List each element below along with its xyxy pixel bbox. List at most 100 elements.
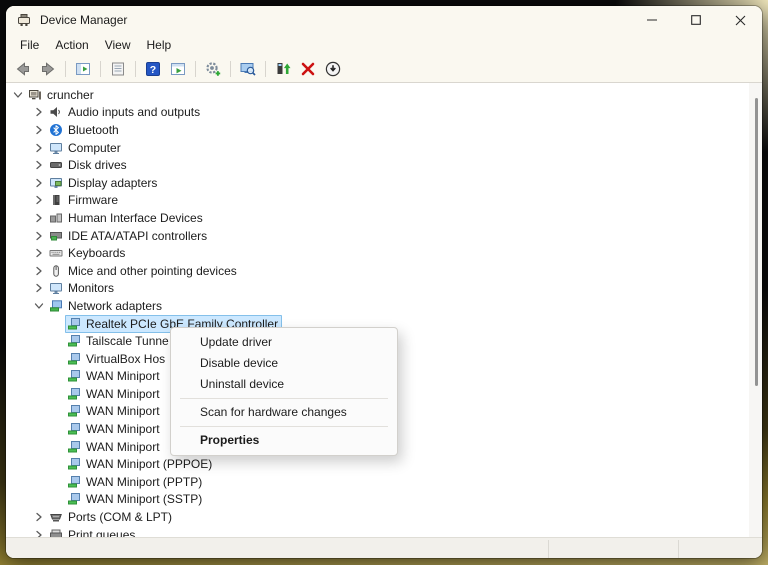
net-adapter-icon <box>66 386 82 402</box>
menu-item-disable-device[interactable]: Disable device <box>171 353 397 374</box>
chevron-right-icon[interactable] <box>31 527 47 537</box>
uninstall-device-button[interactable] <box>297 58 319 80</box>
close-button[interactable] <box>718 6 762 34</box>
help-icon: ? <box>144 60 162 78</box>
menu-action[interactable]: Action <box>47 36 96 54</box>
printer-icon <box>48 527 64 537</box>
tree-item-box: WAN Miniport (SSTP) <box>65 490 206 508</box>
tree-item-box: WAN Miniport (PPTP) <box>65 473 206 491</box>
maximize-icon <box>691 15 701 25</box>
chevron-right-icon[interactable] <box>31 157 47 173</box>
update-driver-icon <box>274 60 292 78</box>
statusbar-divider <box>678 540 679 558</box>
chevron-down-icon[interactable] <box>10 87 26 103</box>
chevron-down-icon[interactable] <box>31 298 47 314</box>
tree-item-box: Display adapters <box>47 174 161 192</box>
vertical-scrollbar[interactable] <box>749 83 762 537</box>
tree-item-audio-inputs-and-outputs[interactable]: Audio inputs and outputs <box>6 104 748 122</box>
tree-item-computer[interactable]: Computer <box>6 139 748 157</box>
tree-item-box: Human Interface Devices <box>47 209 207 227</box>
tree-item-print-queues[interactable]: Print queues <box>6 526 748 537</box>
scan-hardware-changes-button[interactable] <box>202 58 224 80</box>
window-controls <box>630 6 762 34</box>
tree-item-box: WAN Miniport <box>65 438 164 456</box>
menu-item-properties[interactable]: Properties <box>171 430 397 451</box>
tree-item-display-adapters[interactable]: Display adapters <box>6 174 748 192</box>
chevron-right-icon[interactable] <box>31 104 47 120</box>
tree-item-wan-miniport-pppoe[interactable]: WAN Miniport (PPPOE) <box>6 455 748 473</box>
context-menu: Update driverDisable deviceUninstall dev… <box>170 327 398 456</box>
tree-item-wan-miniport-pptp[interactable]: WAN Miniport (PPTP) <box>6 473 748 491</box>
tree-item-keyboards[interactable]: Keyboards <box>6 244 748 262</box>
chevron-right-icon[interactable] <box>31 140 47 156</box>
minimize-icon <box>647 15 657 25</box>
menu-item-scan-for-hardware-changes[interactable]: Scan for hardware changes <box>171 402 397 423</box>
tree-item-firmware[interactable]: Firmware <box>6 192 748 210</box>
tree-item-label: Bluetooth <box>68 122 119 138</box>
menu-help[interactable]: Help <box>139 36 180 54</box>
tree-item-monitors[interactable]: Monitors <box>6 280 748 298</box>
tree-item-label: Ports (COM & LPT) <box>68 509 172 525</box>
tree-item-label: Monitors <box>68 280 114 296</box>
chevron-right-icon[interactable] <box>31 228 47 244</box>
tree-item-box: Keyboards <box>47 244 129 262</box>
tree-item-mice-and-other-pointing-devices[interactable]: Mice and other pointing devices <box>6 262 748 280</box>
tree-item-label: Mice and other pointing devices <box>68 263 237 279</box>
toolbar-separator <box>100 61 101 77</box>
scrollbar-thumb[interactable] <box>755 98 758 386</box>
net-adapter-icon <box>66 456 82 472</box>
chevron-right-icon[interactable] <box>31 263 47 279</box>
chevron-right-icon[interactable] <box>31 245 47 261</box>
show-console-tree-button[interactable] <box>72 58 94 80</box>
menu-file[interactable]: File <box>12 36 47 54</box>
tree-item-bluetooth[interactable]: Bluetooth <box>6 121 748 139</box>
display-icon <box>48 175 64 191</box>
chevron-right-icon[interactable] <box>31 280 47 296</box>
maximize-button[interactable] <box>674 6 718 34</box>
chevron-right-icon[interactable] <box>31 192 47 208</box>
keyboard-icon <box>48 245 64 261</box>
search-computer-button[interactable] <box>237 58 259 80</box>
svg-text:?: ? <box>150 64 156 76</box>
tree-item-network-adapters[interactable]: Network adapters <box>6 297 748 315</box>
tree-item-wan-miniport-sstp[interactable]: WAN Miniport (SSTP) <box>6 491 748 509</box>
chevron-right-icon[interactable] <box>31 122 47 138</box>
tree-item-box: cruncher <box>26 86 98 104</box>
export-list-button[interactable] <box>107 58 129 80</box>
help-button[interactable]: ? <box>142 58 164 80</box>
net-adapter-icon <box>66 403 82 419</box>
export-list-icon <box>109 60 127 78</box>
uninstall-icon <box>299 60 317 78</box>
tree-item-disk-drives[interactable]: Disk drives <box>6 156 748 174</box>
tree-item-box: Tailscale Tunne <box>65 332 173 350</box>
menu-view[interactable]: View <box>97 36 139 54</box>
tree-item-box: Audio inputs and outputs <box>47 103 204 121</box>
tree-item-label: cruncher <box>47 87 94 103</box>
chevron-right-icon[interactable] <box>31 210 47 226</box>
tree-item-label: Network adapters <box>68 298 162 314</box>
forward-button[interactable] <box>37 58 59 80</box>
chevron-right-icon[interactable] <box>31 509 47 525</box>
tree-item-box: Bluetooth <box>47 121 123 139</box>
chevron-right-icon[interactable] <box>31 175 47 191</box>
update-driver-button[interactable] <box>272 58 294 80</box>
net-adapter-icon <box>66 333 82 349</box>
menu-item-uninstall-device[interactable]: Uninstall device <box>171 374 397 395</box>
speaker-icon <box>48 104 64 120</box>
tree-item-human-interface-devices[interactable]: Human Interface Devices <box>6 209 748 227</box>
tree-item-ports-com-lpt[interactable]: Ports (COM & LPT) <box>6 508 748 526</box>
disk-icon <box>48 157 64 173</box>
action-pane-button[interactable] <box>167 58 189 80</box>
tree-item-ide-ata-atapi-controllers[interactable]: IDE ATA/ATAPI controllers <box>6 227 748 245</box>
minimize-button[interactable] <box>630 6 674 34</box>
back-button[interactable] <box>12 58 34 80</box>
tree-item-label: Print queues <box>68 527 135 537</box>
tree-item-cruncher[interactable]: cruncher <box>6 86 748 104</box>
tree-item-box: Disk drives <box>47 156 131 174</box>
tree-item-label: Disk drives <box>68 157 127 173</box>
disable-device-button[interactable] <box>322 58 344 80</box>
toolbar-separator <box>195 61 196 77</box>
menu-item-update-driver[interactable]: Update driver <box>171 332 397 353</box>
tree-item-label: Keyboards <box>68 245 125 261</box>
toolbar-separator <box>265 61 266 77</box>
